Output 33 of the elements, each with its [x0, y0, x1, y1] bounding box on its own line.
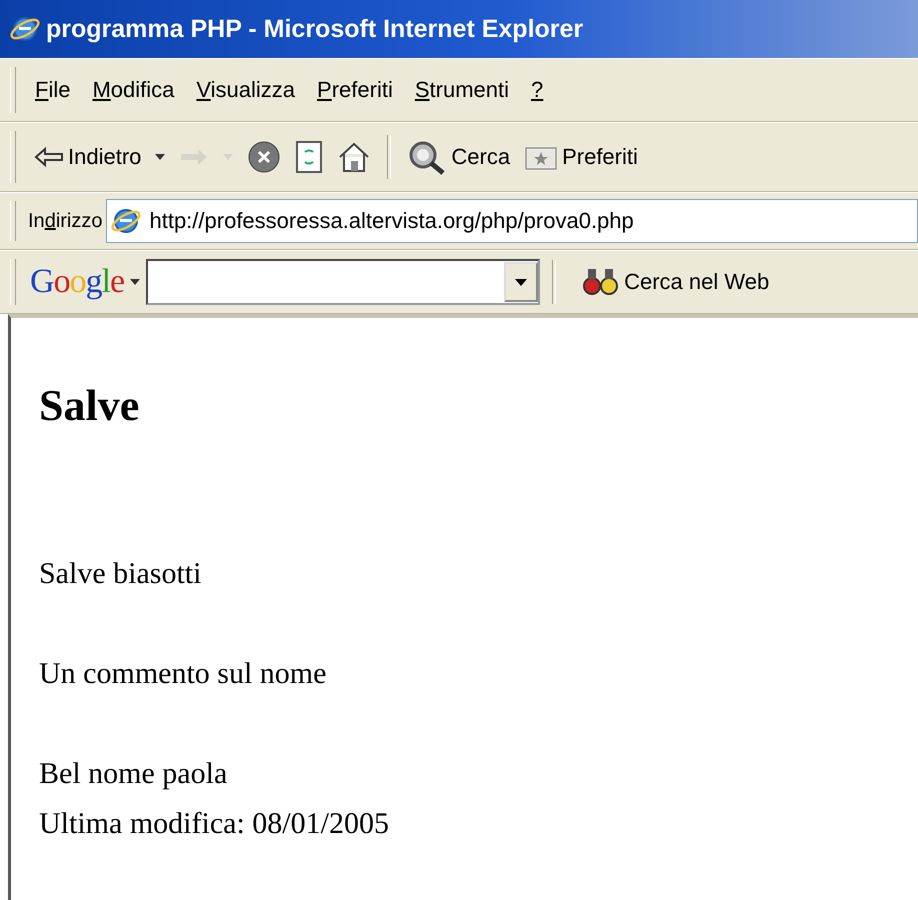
address-field[interactable]: http://professoressa.altervista.org/php/prova0.php: [106, 199, 918, 243]
google-logo[interactable]: Google: [30, 263, 124, 301]
paragraph-text: Un commento sul nome: [39, 656, 328, 692]
back-arrow-icon: [34, 146, 64, 168]
caret-icon: [130, 279, 140, 285]
back-button[interactable]: Indietro: [30, 140, 146, 174]
binoculars-icon: [582, 266, 620, 298]
stop-icon: [247, 140, 282, 174]
paragraph-text: Bel nome paola: [39, 756, 228, 792]
url-text: http://professoressa.altervista.org/php/prova0.php: [149, 208, 634, 234]
menu-item[interactable]: File: [24, 73, 82, 107]
browser-icon: [10, 14, 40, 44]
favorites-button[interactable]: Preferiti: [520, 139, 642, 175]
page-icon: [111, 206, 142, 236]
address-label: Indirizzo: [28, 210, 102, 232]
window-title: programma PHP - Microsoft Internet Explorer: [46, 14, 584, 44]
search-button[interactable]: Cerca: [403, 135, 514, 179]
refresh-icon: [295, 140, 324, 174]
menu-item[interactable]: Strumenti: [404, 73, 520, 107]
caret-icon: [155, 154, 166, 160]
caret-icon: [515, 278, 528, 286]
home-icon: [337, 141, 372, 173]
dropdown-button[interactable]: [504, 262, 538, 302]
page-heading: Salve: [39, 380, 140, 431]
menu-item[interactable]: Preferiti: [306, 73, 404, 107]
search-field[interactable]: [146, 259, 540, 305]
magnifier-icon: [407, 139, 448, 175]
search-web-button[interactable]: Cerca nel Web: [578, 262, 774, 302]
paragraph-text: Salve biasotti: [39, 556, 202, 592]
menu-item[interactable]: Visualizza: [185, 73, 306, 107]
menu-item[interactable]: ?: [520, 73, 554, 107]
menu-item[interactable]: Modifica: [81, 73, 186, 107]
paragraph-text: Ultima modifica: 08/01/2005: [39, 806, 390, 842]
